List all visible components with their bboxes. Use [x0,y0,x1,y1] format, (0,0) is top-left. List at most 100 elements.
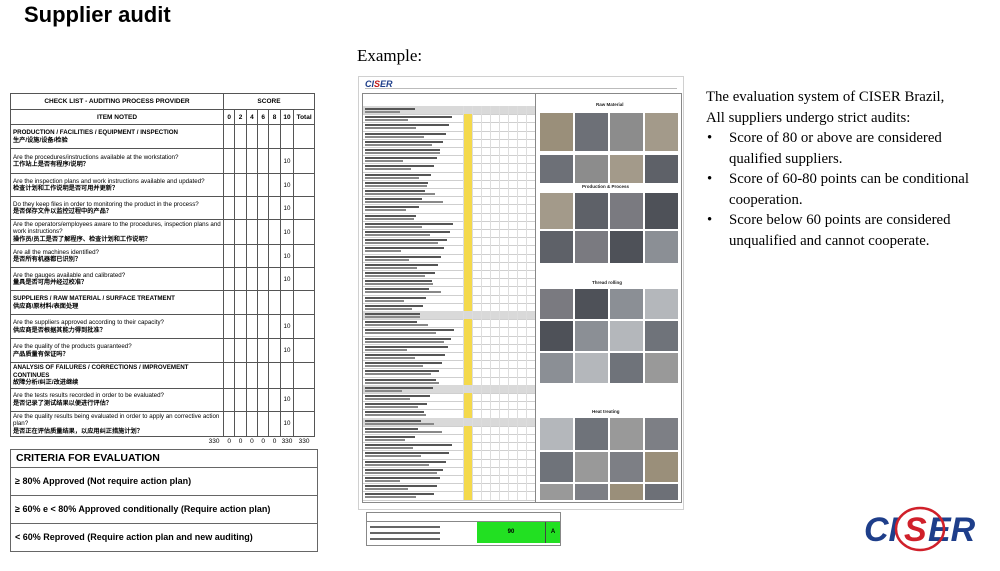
score-cell [293,148,315,174]
score-cell [268,218,281,246]
score-cell [234,196,247,220]
item-english: Do they keep files in order to monitorin… [13,200,199,208]
score-col-2: 2 [234,109,247,125]
example-photo [609,112,644,152]
score-cell [257,314,270,340]
score-cell [234,218,247,246]
checklist-item-row: Are all the machines identified? 是否所有机器都已… [10,244,315,269]
example-photo [644,192,679,230]
example-photo [574,352,609,384]
caption-raw-material: Raw Material [596,102,624,107]
item-chinese: 是否正在评估质量结果，以应用纠正措施计划？ [13,427,143,435]
score-cell [293,338,315,364]
score-cell [234,267,247,292]
score-cell [293,290,315,316]
item-english: Are the quality of the products guarante… [13,343,132,351]
ciser-logo: CI S ER [864,506,976,552]
example-summary-box: 90 A [366,512,561,546]
checklist-item-row: Are the gauges available and calibrated?… [10,267,315,292]
criteria-conditional: ≥ 60% e < 80% Approved conditionally (Re… [11,496,317,524]
item-english: Are the quality results being evaluated … [13,412,220,428]
score-cell [222,314,236,340]
score-cell: 10 [279,267,295,292]
item-header: ITEM NOTED [10,109,224,125]
score-cell [257,290,270,316]
svg-text:ER: ER [928,511,976,549]
example-photo [609,230,644,264]
score-cell [268,148,281,174]
score-cell [293,314,315,340]
example-photo [539,352,574,384]
item-english: Are the tests results recorded in order … [13,392,164,400]
score-cell [222,387,236,412]
checklist-item-text: Are the operators/employees aware to the… [10,218,224,246]
score-cell [245,244,259,269]
score-cell [268,196,281,220]
score-cell: 10 [279,196,295,220]
item-english: ANALYSIS OF FAILURES / CORRECTIONS / IMP… [13,364,189,379]
score-cell [234,244,247,269]
checklist-section-row: SUPPLIERS / RAW MATERIAL / SURFACE TREAT… [10,290,315,316]
item-chinese: 是否保存文件以监控过程中的产品？ [13,208,112,215]
checklist-item-text: SUPPLIERS / RAW MATERIAL / SURFACE TREAT… [10,290,224,316]
example-photo-panel: Raw Material Production & Process Thread… [535,93,682,503]
slide-title: Supplier audit [24,2,171,27]
score-cell [268,267,281,292]
checklist-item-row: Are the quality of the products guarante… [10,338,315,364]
checklist-item-text: Are the quality results being evaluated … [10,410,224,437]
score-cell [257,338,270,364]
total-c6: 0 [261,438,266,446]
score-cell [293,124,315,149]
example-photo [574,154,609,184]
score-cell [293,362,315,389]
score-cell: 10 [279,244,295,269]
example-photo [539,288,574,320]
example-photo [644,417,679,451]
score-cell [279,362,295,389]
total-label: 330 [208,438,220,446]
example-photo [644,154,679,184]
score-cell: 10 [279,148,295,174]
example-photo [609,352,644,384]
score-col-6: 6 [257,109,270,125]
item-chinese: 是否记录了测试结果以便进行评估？ [13,399,112,407]
desc-bullet-item: • Score below 60 points are considered un… [707,212,951,249]
example-photo [644,288,679,320]
score-cell [293,387,315,412]
caption-thread-rolling: Thread rolling [592,280,623,285]
checklist-item-row: Are the tests results recorded in order … [10,387,315,412]
checklist-item-row: Are the quality results being evaluated … [10,410,315,437]
score-cell [234,387,247,412]
example-photo [574,192,609,230]
score-col-4: 4 [245,109,259,125]
checklist-section-row: PRODUCTION / FACILITIES / EQUIPMENT / IN… [10,124,315,149]
checklist-item-text: ANALYSIS OF FAILURES / CORRECTIONS / IMP… [10,362,224,389]
score-cell: 10 [279,173,295,197]
example-photo [539,417,574,451]
example-document-image: CISER Raw Material Production & Process … [358,76,684,510]
svg-text:S: S [904,511,927,549]
checklist-section-row: ANALYSIS OF FAILURES / CORRECTIONS / IMP… [10,362,315,389]
checklist-item-row: Are the inspection plans and work instru… [10,173,315,197]
score-cell [279,290,295,316]
score-cell [268,314,281,340]
score-cell [268,290,281,316]
score-cell [245,338,259,364]
example-photo [574,288,609,320]
score-cell [222,410,236,437]
example-photo [539,192,574,230]
evaluation-description: The evaluation system of CISER Brazil, A… [706,87,996,251]
item-chinese: 操作员/员工是否了解程序、检查计划和工作说明？ [13,235,151,243]
score-cell [222,290,236,316]
score-cell: 10 [279,338,295,364]
example-photo [539,154,574,184]
score-cell [293,410,315,437]
desc-line-1: The evaluation system of CISER Brazil, [706,89,945,105]
example-photo [609,451,644,483]
example-photo [609,320,644,352]
checklist-item-text: Are the gauges available and calibrated?… [10,267,224,292]
score-cell [234,124,247,149]
score-cell [245,290,259,316]
score-cell [257,196,270,220]
checklist-item-text: PRODUCTION / FACILITIES / EQUIPMENT / IN… [10,124,224,149]
